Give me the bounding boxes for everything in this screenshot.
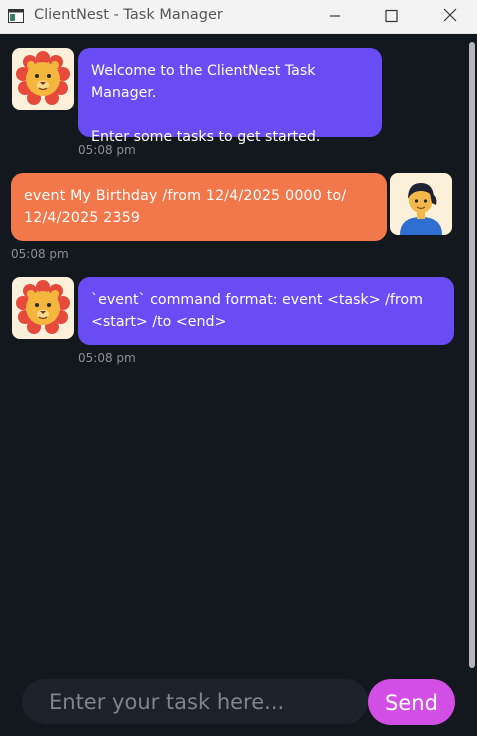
send-button[interactable]: Send <box>368 679 455 725</box>
person-icon <box>400 183 442 235</box>
vertical-scrollbar[interactable] <box>469 42 475 668</box>
lion-icon <box>16 280 70 334</box>
message-text: event My Birthday /from 12/4/2025 0000 t… <box>24 188 347 204</box>
message-timestamp: 05:08 pm <box>11 247 69 261</box>
lion-avatar <box>12 277 74 339</box>
message-timestamp: 05:08 pm <box>78 143 136 157</box>
message-text: Welcome to the ClientNest Task Manager. <box>91 63 316 101</box>
message-timestamp: 05:08 pm <box>78 351 136 365</box>
user-avatar <box>390 173 452 235</box>
bot-message-bubble: `event` command format: event <task> /fr… <box>78 277 454 345</box>
message-text: <start> /to <end> <box>91 314 227 330</box>
close-button[interactable] <box>437 4 463 28</box>
user-message-bubble: event My Birthday /from 12/4/2025 0000 t… <box>11 173 387 241</box>
chat-scroll-area[interactable]: Welcome to the ClientNest Task Manager. … <box>0 34 466 664</box>
app-window-icon <box>8 8 24 23</box>
message-text <box>91 104 369 126</box>
message-text: 12/4/2025 2359 <box>24 210 141 226</box>
message-text: `event` command format: event <task> /fr… <box>91 292 423 308</box>
window-title: ClientNest - Task Manager <box>34 7 223 23</box>
task-input[interactable] <box>22 679 368 724</box>
minimize-button[interactable] <box>322 4 348 28</box>
lion-avatar <box>12 48 74 110</box>
bot-message-bubble: Welcome to the ClientNest Task Manager. … <box>78 48 382 145</box>
lion-icon <box>16 51 70 105</box>
maximize-button[interactable] <box>378 4 404 28</box>
title-bar: ClientNest - Task Manager <box>0 0 477 34</box>
